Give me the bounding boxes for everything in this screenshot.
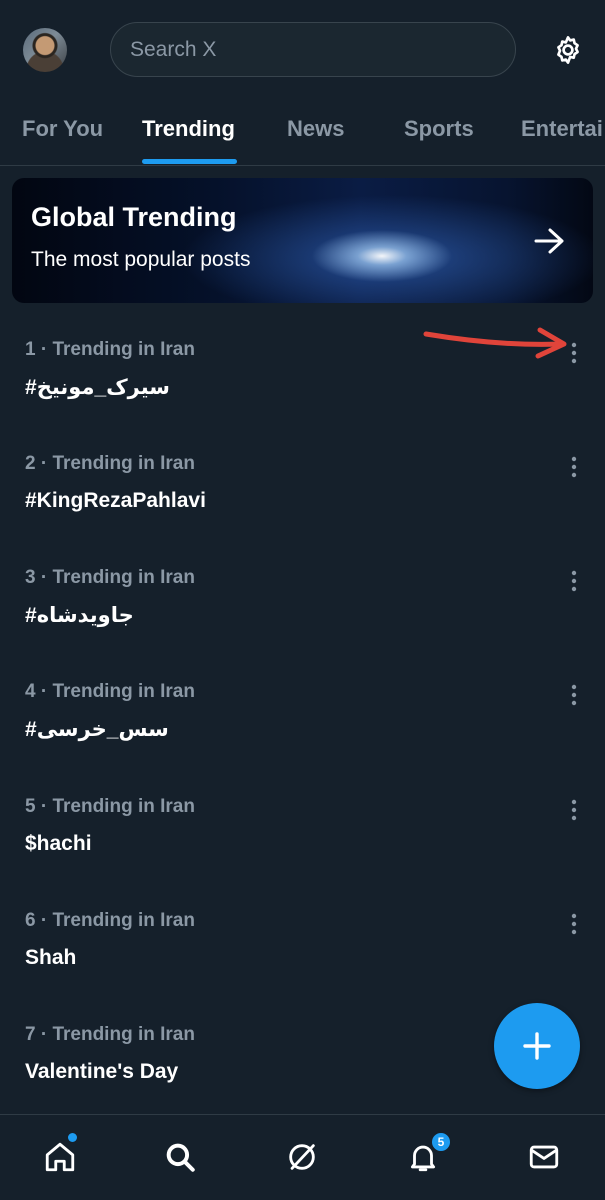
tab-entertainment[interactable]: Entertai — [521, 116, 603, 142]
trend-meta: 4 · Trending in Iran — [25, 681, 195, 702]
plus-icon — [523, 1032, 551, 1060]
more-options-icon[interactable] — [562, 798, 586, 822]
more-options-icon[interactable] — [562, 569, 586, 593]
tab-for-you[interactable]: For You — [22, 116, 103, 142]
trend-meta: 7 · Trending in Iran — [25, 1024, 195, 1045]
trend-item[interactable]: 5 · Trending in Iran $hachi — [0, 796, 605, 910]
tab-news[interactable]: News — [287, 116, 344, 142]
arrow-right-icon — [534, 228, 564, 254]
active-tab-indicator — [142, 159, 237, 164]
trend-meta: 3 · Trending in Iran — [25, 567, 195, 588]
more-options-icon[interactable] — [562, 683, 586, 707]
compose-post-button[interactable] — [494, 1003, 580, 1089]
trend-item[interactable]: 3 · Trending in Iran #جاویدشاه — [0, 567, 605, 681]
trend-name: Shah — [25, 946, 77, 969]
grok-icon[interactable] — [282, 1137, 322, 1177]
global-trending-banner[interactable]: Global Trending The most popular posts — [12, 178, 593, 303]
banner-title: Global Trending — [31, 202, 237, 232]
trend-meta: 6 · Trending in Iran — [25, 910, 195, 931]
trend-name: #سیرک_مونیخ — [25, 376, 170, 399]
tab-sports[interactable]: Sports — [404, 116, 474, 142]
trend-item[interactable]: 4 · Trending in Iran #سس_خرسی — [0, 681, 605, 795]
home-icon[interactable] — [40, 1137, 80, 1177]
trend-meta: 1 · Trending in Iran — [25, 339, 195, 360]
messages-icon[interactable] — [524, 1137, 564, 1177]
trend-name: $hachi — [25, 832, 92, 855]
trend-item[interactable]: 6 · Trending in Iran Shah — [0, 910, 605, 1024]
annotation-arrow-icon — [423, 327, 567, 359]
trend-name: #جاویدشاه — [25, 604, 134, 627]
trend-name: #KingRezaPahlavi — [25, 489, 206, 512]
tab-trending[interactable]: Trending — [142, 116, 235, 142]
notifications-badge: 5 — [430, 1131, 452, 1153]
trend-meta: 2 · Trending in Iran — [25, 453, 195, 474]
top-header: Search X — [0, 0, 605, 100]
search-input[interactable]: Search X — [110, 22, 516, 77]
trend-name: #سس_خرسی — [25, 718, 169, 741]
tab-bar: For You Trending News Sports Entertai — [0, 100, 605, 166]
bottom-nav: 5 — [0, 1114, 605, 1200]
avatar[interactable] — [23, 28, 67, 72]
search-placeholder: Search X — [130, 37, 217, 61]
gear-icon[interactable] — [548, 30, 588, 70]
home-unread-dot — [68, 1133, 77, 1142]
trend-meta: 5 · Trending in Iran — [25, 796, 195, 817]
search-icon[interactable] — [160, 1137, 200, 1177]
trend-item[interactable]: 2 · Trending in Iran #KingRezaPahlavi — [0, 453, 605, 567]
banner-subtitle: The most popular posts — [31, 248, 251, 271]
trend-name: Valentine's Day — [25, 1060, 179, 1083]
more-options-icon[interactable] — [562, 912, 586, 936]
more-options-icon[interactable] — [562, 455, 586, 479]
